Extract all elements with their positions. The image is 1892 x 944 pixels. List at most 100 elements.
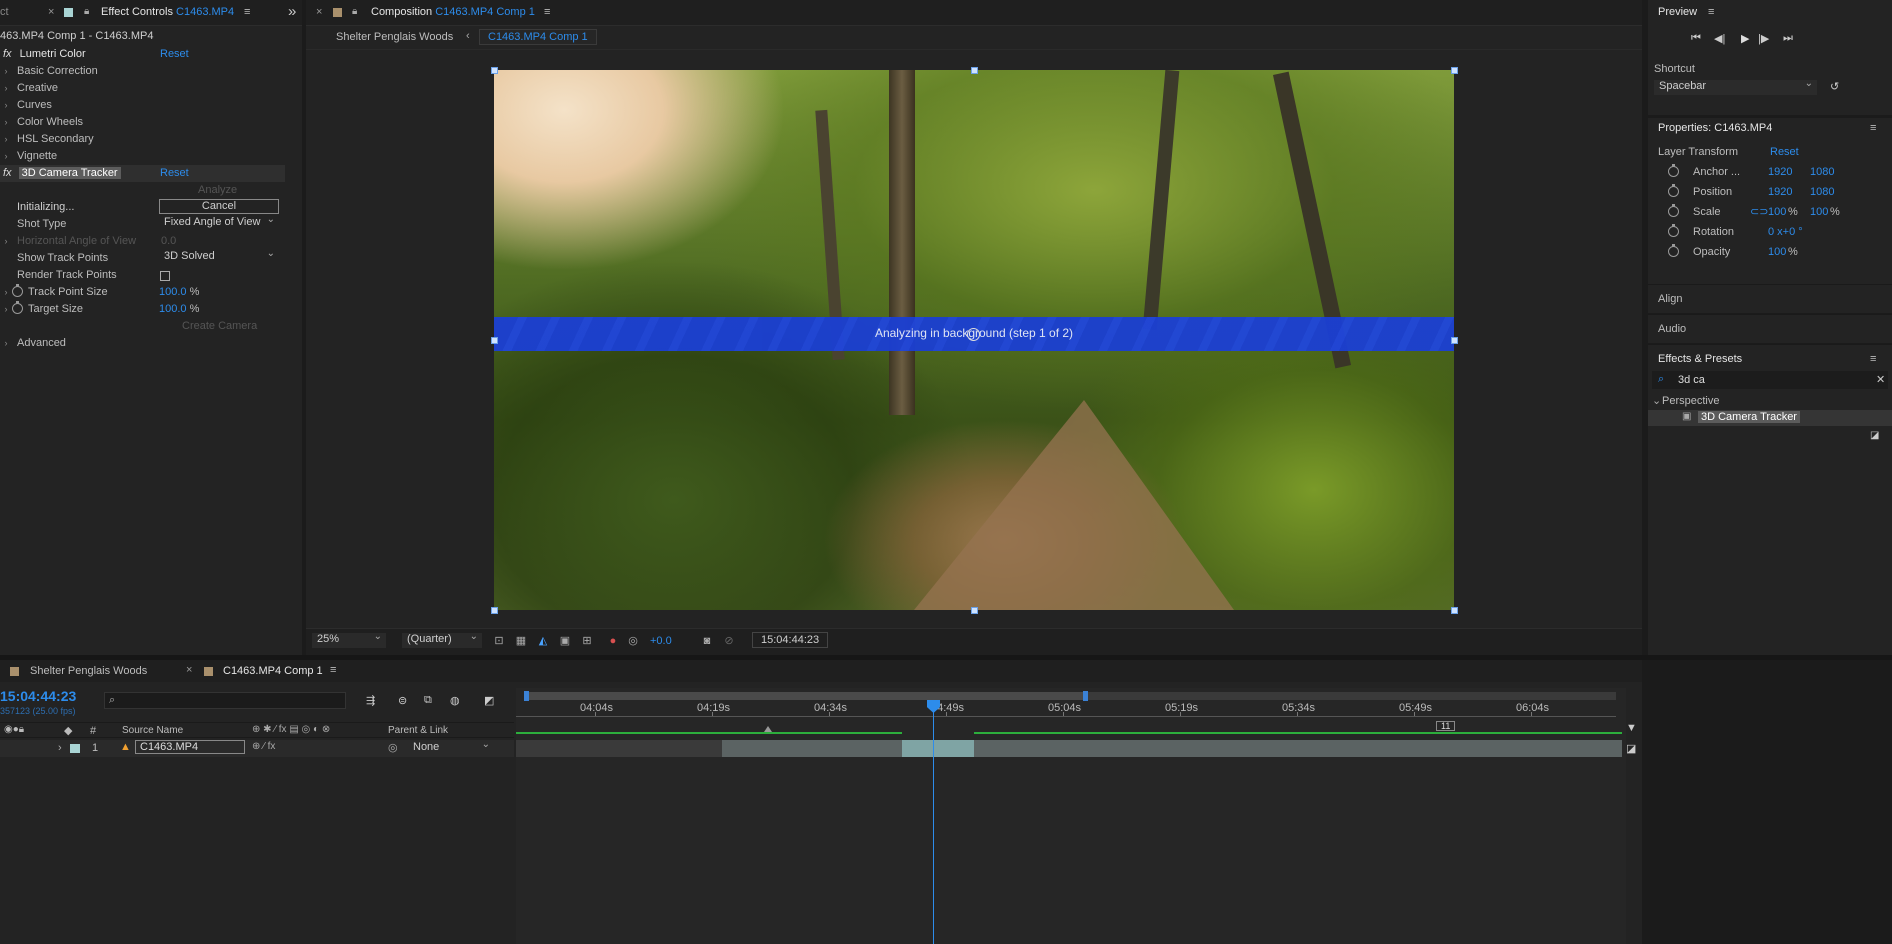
work-area-handle[interactable] — [524, 691, 529, 701]
lumetri-group[interactable]: › Basic Correction — [0, 63, 285, 80]
panel-menu-icon[interactable]: ≡ — [1870, 353, 1876, 365]
reset-shortcut-icon[interactable]: ↺ — [1830, 80, 1839, 93]
mask-visibility-icon[interactable]: ◭ — [536, 634, 550, 648]
snapshot-region-icon[interactable]: ⊡ — [492, 634, 506, 648]
property-value-1[interactable]: 1920 — [1768, 183, 1792, 201]
play-icon[interactable]: ▶︎ — [1741, 32, 1749, 45]
properties-reset-link[interactable]: Reset — [1770, 146, 1799, 158]
anchor-point-icon[interactable] — [967, 328, 980, 341]
render-points-checkbox[interactable] — [160, 271, 170, 281]
new-bin-icon[interactable]: ◪ — [1870, 430, 1879, 441]
resolution-dropdown[interactable]: (Quarter) — [402, 630, 482, 648]
comp-mini-flowchart-icon[interactable]: ⇶ — [366, 694, 375, 707]
transform-handle[interactable] — [1451, 337, 1458, 344]
panel-menu-icon[interactable]: ≡ — [1870, 122, 1876, 134]
exposure-value[interactable]: +0.0 — [650, 635, 672, 647]
panel-menu-icon[interactable]: ≡ — [544, 6, 550, 18]
timeline-close-button[interactable]: × — [186, 664, 192, 676]
camera-tracker-effect[interactable]: fx 3D Camera Tracker Reset — [0, 165, 285, 182]
timeline-search-field[interactable]: ⌕ — [104, 692, 346, 709]
composition-close-button[interactable]: × — [316, 6, 322, 18]
show-snapshot-icon[interactable]: ⊘ — [722, 634, 736, 648]
grid-guides-icon[interactable]: ⊞ — [580, 634, 594, 648]
panel-menu-icon[interactable]: ≡ — [1708, 6, 1714, 18]
property-value-1[interactable]: 1920 — [1768, 163, 1792, 181]
lock-icon[interactable]: 🔒︎ — [352, 6, 357, 17]
keyframe-marker[interactable]: 11 — [1436, 721, 1456, 731]
property-value-2[interactable]: 100 — [1810, 203, 1828, 221]
lumetri-group[interactable]: › Color Wheels — [0, 114, 285, 131]
col-parent-link[interactable]: Parent & Link — [388, 725, 448, 736]
effects-category[interactable]: Perspective — [1662, 395, 1719, 407]
timeline-end-marker-icon[interactable]: ▼ — [1626, 722, 1637, 734]
parent-dropdown[interactable]: None — [408, 738, 494, 756]
create-camera-button[interactable]: Create Camera — [182, 318, 257, 335]
cancel-button[interactable]: Cancel — [159, 199, 279, 214]
layer-row[interactable]: › 1 ▲ C1463.MP4 ⊕ ⁄ fx ◎ None — [0, 738, 514, 757]
transform-handle[interactable] — [491, 337, 498, 344]
expand-arrow-icon[interactable]: › — [0, 148, 12, 165]
zoom-dropdown[interactable]: 25% — [312, 630, 386, 648]
lumetri-group[interactable]: › Vignette — [0, 148, 285, 165]
expand-arrow-icon[interactable]: › — [0, 131, 12, 148]
expand-arrow-icon[interactable]: › — [0, 97, 12, 114]
timeline-tab-1[interactable]: Shelter Penglais Woods — [30, 665, 147, 677]
stopwatch-icon[interactable] — [1668, 164, 1679, 177]
transform-handle[interactable] — [971, 607, 978, 614]
shot-type-dropdown[interactable]: Fixed Angle of View — [159, 213, 279, 231]
expand-arrow-icon[interactable]: › — [0, 301, 12, 318]
stopwatch-icon[interactable] — [1668, 204, 1679, 217]
expand-arrow-icon[interactable]: › — [0, 284, 12, 301]
work-area-range[interactable] — [528, 692, 1088, 700]
expand-arrow-icon[interactable]: › — [0, 233, 12, 250]
property-value-1[interactable]: 100 — [1768, 243, 1786, 261]
stopwatch-icon[interactable] — [1668, 224, 1679, 237]
expand-arrow-icon[interactable]: › — [0, 335, 12, 352]
channel-rgb-icon[interactable]: ● — [606, 634, 620, 648]
point-size-value[interactable]: 100.0 — [159, 286, 187, 298]
crumb-current[interactable]: C1463.MP4 Comp 1 — [479, 29, 597, 45]
fx-icon[interactable]: fx — [3, 48, 12, 60]
lumetri-color-effect[interactable]: fx Lumetri Color Reset — [0, 46, 285, 63]
timeline-tab-2[interactable]: C1463.MP4 Comp 1 — [223, 665, 323, 677]
comp-viewer[interactable]: Analyzing in background (step 1 of 2) — [306, 51, 1642, 628]
label-color-swatch[interactable] — [70, 744, 80, 753]
next-frame-icon[interactable]: |▶︎ — [1758, 32, 1769, 45]
first-frame-icon[interactable]: ⏮ — [1691, 32, 1701, 45]
effects-item-row[interactable]: ▣ 3D Camera Tracker — [1648, 410, 1892, 426]
col-source-name[interactable]: Source Name — [122, 725, 183, 736]
align-panel[interactable]: Align — [1648, 284, 1892, 313]
property-value-1[interactable]: 0 x+0 ° — [1768, 223, 1803, 241]
expand-arrow-icon[interactable]: ⌄ — [1652, 394, 1661, 407]
stopwatch-icon[interactable] — [12, 301, 23, 314]
comp-marker[interactable] — [764, 726, 772, 732]
crumb-parent[interactable]: Shelter Penglais Woods — [336, 31, 453, 43]
timeline-timecode[interactable]: 15:04:44:23 — [0, 688, 76, 704]
stopwatch-icon[interactable] — [1668, 244, 1679, 257]
lumetri-group[interactable]: › HSL Secondary — [0, 131, 285, 148]
camera-snapshot-icon[interactable]: ◙ — [700, 634, 714, 648]
audio-video-icon[interactable]: ◉●🔒︎ — [4, 724, 24, 735]
transform-handle[interactable] — [971, 67, 978, 74]
label-icon[interactable]: ◆ — [64, 724, 72, 737]
advanced-group[interactable]: › Advanced — [0, 335, 285, 352]
layer-duration-bar[interactable] — [722, 740, 1622, 757]
audio-panel[interactable]: Audio — [1648, 314, 1892, 343]
timeline-track-area[interactable]: 04:04s 04:19s 04:34s 04:49s 05:04s 05:19s 05:3… — [516, 688, 1626, 944]
color-management-icon[interactable]: ◎ — [626, 634, 640, 648]
camera-tracker-reset-link[interactable]: Reset — [160, 165, 189, 182]
transparency-grid-icon[interactable]: ▦ — [514, 634, 528, 648]
shortcut-dropdown[interactable]: Spacebar — [1654, 77, 1817, 95]
lumetri-group[interactable]: › Curves — [0, 97, 285, 114]
motion-blur-icon[interactable]: ◩ — [484, 694, 494, 707]
stopwatch-icon[interactable] — [1668, 184, 1679, 197]
work-area-handle[interactable] — [1083, 691, 1088, 701]
expand-arrow-icon[interactable]: › — [0, 80, 12, 97]
transform-handle[interactable] — [491, 607, 498, 614]
lumetri-group[interactable]: › Creative — [0, 80, 285, 97]
transform-handle[interactable] — [1451, 67, 1458, 74]
layer-name[interactable]: C1463.MP4 — [135, 740, 245, 754]
panel-menu-icon[interactable]: ≡ — [330, 664, 336, 676]
draft-3d-icon[interactable]: ⊜ — [398, 694, 407, 707]
constrain-link-icon[interactable]: ⊂⊃ — [1750, 203, 1768, 221]
